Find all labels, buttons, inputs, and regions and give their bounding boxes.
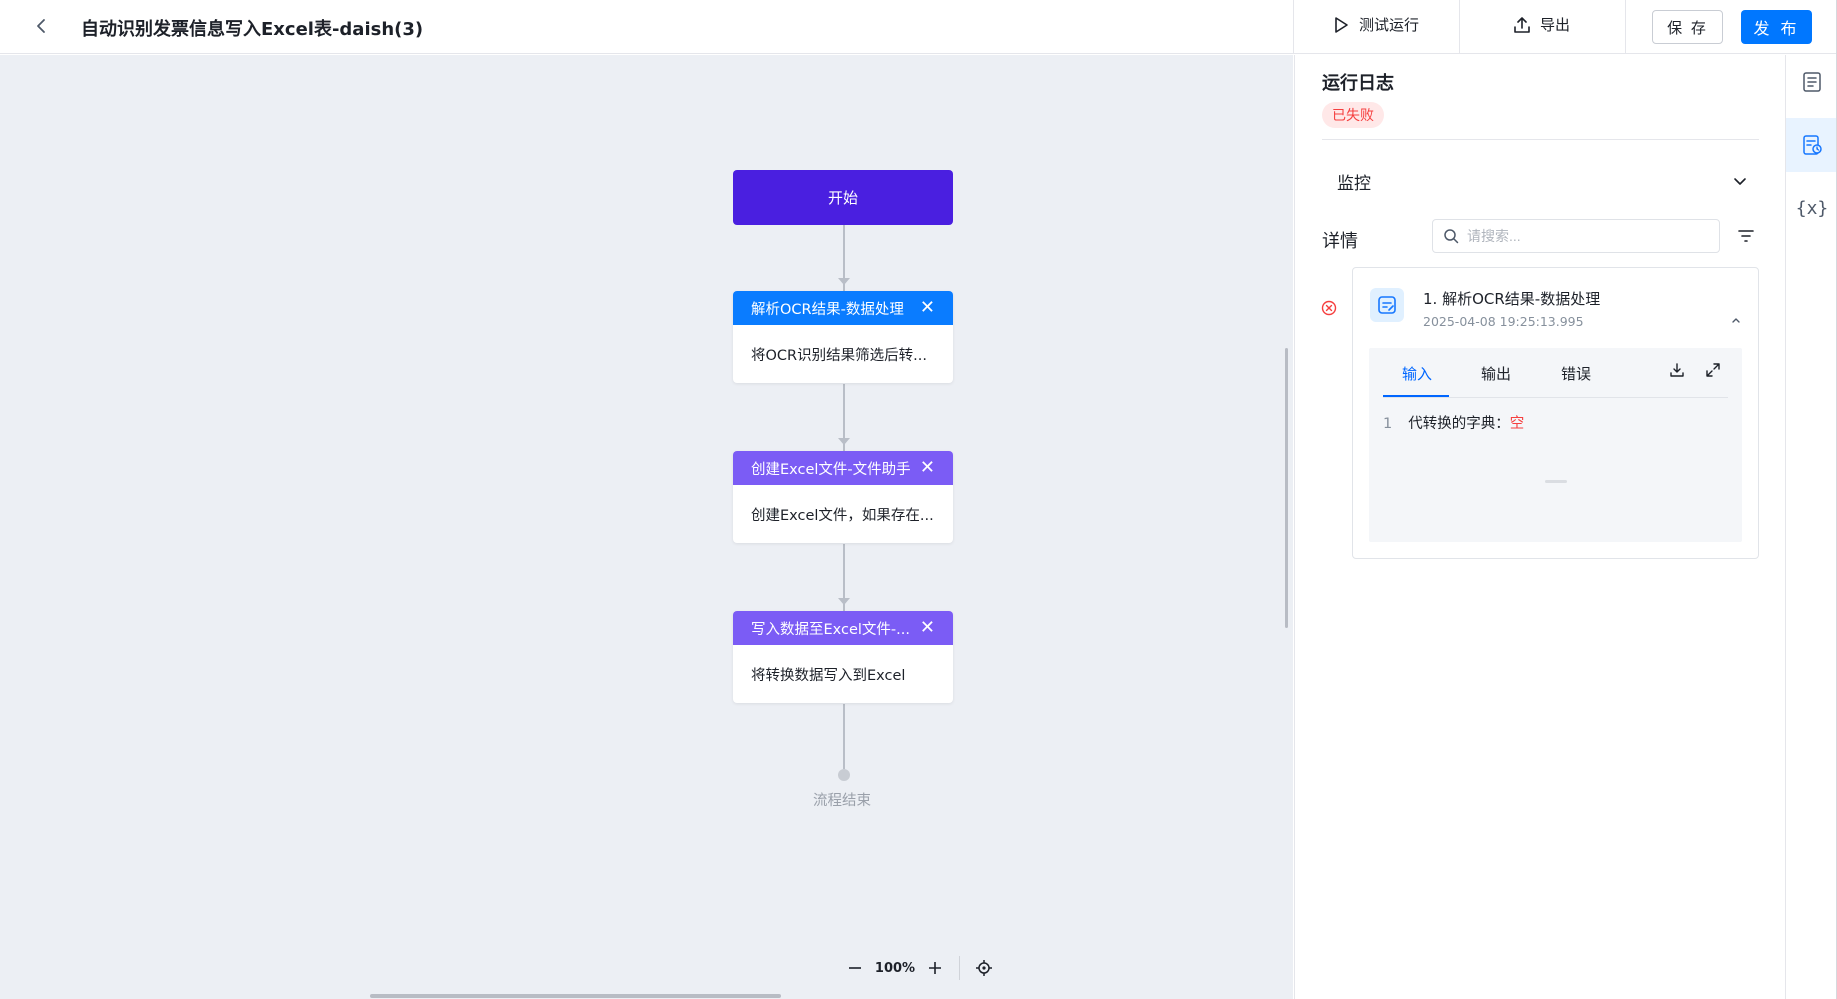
minus-icon [849, 967, 861, 969]
detail-label: 详情 [1322, 231, 1358, 252]
step-timestamp: 2025-04-08 19:25:13.995 [1423, 314, 1584, 329]
run-log-panel: 运行日志 已失败 监控 详情 1. 解析OCR结果-数据处理 2025-04-0… [1294, 55, 1785, 999]
node-title: 创建Excel文件-文件助手 [751, 461, 911, 478]
fullscreen-button[interactable] [1705, 362, 1721, 382]
flow-node[interactable]: 写入数据至Excel文件-... ✕ 将转换数据写入到Excel [733, 611, 953, 703]
node-description: 创建Excel文件，如果存在... [751, 507, 934, 524]
chevron-up-icon [1732, 318, 1740, 323]
step-title: 1. 解析OCR结果-数据处理 [1423, 290, 1601, 308]
io-tab-bar: 输入 输出 错误 [1383, 348, 1728, 398]
zoom-controls: 100% [843, 956, 996, 980]
error-circle-icon [1321, 300, 1337, 316]
monitor-label: 监控 [1337, 173, 1371, 194]
expand-icon [1706, 363, 1720, 377]
header-divider [1625, 0, 1626, 54]
flow-node[interactable]: 解析OCR结果-数据处理 ✕ 将OCR识别结果筛选后转... [733, 291, 953, 383]
search-field [1432, 219, 1720, 253]
variable-icon: {x} [1795, 197, 1829, 219]
export-button[interactable]: 导出 [1512, 14, 1570, 35]
tab-input[interactable]: 输入 [1402, 363, 1432, 384]
rail-item-variables[interactable]: {x} [1786, 181, 1837, 235]
zoom-out-button[interactable] [843, 956, 867, 980]
end-node-dot [838, 769, 850, 781]
locate-button[interactable] [972, 956, 996, 980]
rail-item-run-log[interactable] [1786, 118, 1837, 172]
line-number: 1 [1383, 416, 1393, 432]
log-entry-card[interactable]: 1. 解析OCR结果-数据处理 2025-04-08 19:25:13.995 … [1352, 267, 1759, 559]
node-description: 将OCR识别结果筛选后转... [751, 347, 927, 364]
close-icon[interactable]: ✕ [920, 457, 935, 478]
monitor-section-toggle[interactable]: 监控 [1322, 163, 1759, 199]
connector-arrow [838, 278, 850, 285]
header-divider [1459, 0, 1460, 54]
test-run-label: 测试运行 [1359, 16, 1420, 34]
active-tab-indicator [1383, 395, 1449, 397]
zoom-in-button[interactable] [923, 956, 947, 980]
io-content-line: 1 代转换的字典：空 [1383, 412, 1524, 433]
top-header: 自动识别发票信息写入Excel表-daish(3) 测试运行 导出 保 存 发 … [0, 0, 1837, 54]
io-panel: 输入 输出 错误 1 代转换的字典：空 [1369, 348, 1742, 542]
panel-title: 运行日志 [1322, 73, 1394, 94]
close-icon[interactable]: ✕ [920, 617, 935, 638]
play-icon [1335, 16, 1348, 33]
upload-icon [1514, 16, 1530, 33]
node-header: 创建Excel文件-文件助手 ✕ [733, 451, 953, 485]
collapse-button[interactable] [1730, 312, 1742, 330]
panel-divider [1322, 139, 1759, 140]
close-icon[interactable]: ✕ [920, 297, 935, 318]
save-button[interactable]: 保 存 [1652, 10, 1723, 44]
zoom-level: 100% [874, 960, 916, 976]
back-button[interactable] [30, 14, 54, 38]
connector-arrow [838, 598, 850, 605]
chevron-left-icon [37, 19, 45, 33]
right-tool-rail: {x} [1785, 55, 1837, 999]
vertical-scrollbar[interactable] [1285, 348, 1288, 628]
status-badge: 已失败 [1322, 102, 1384, 128]
line-value: 空 [1509, 416, 1525, 432]
publish-button[interactable]: 发 布 [1741, 10, 1812, 44]
search-icon [1444, 229, 1459, 244]
node-header: 解析OCR结果-数据处理 ✕ [733, 291, 953, 325]
rail-item-documents[interactable] [1786, 55, 1837, 109]
tab-error[interactable]: 错误 [1561, 363, 1591, 384]
flow-canvas[interactable]: 开始 解析OCR结果-数据处理 ✕ 将OCR识别结果筛选后转... 创建Exce… [0, 55, 1293, 999]
search-input[interactable] [1467, 228, 1697, 244]
export-label: 导出 [1540, 16, 1571, 34]
download-icon [1670, 363, 1684, 377]
zoom-divider [959, 956, 960, 980]
run-log-icon [1803, 135, 1822, 155]
document-list-icon [1803, 72, 1821, 92]
resize-handle[interactable] [1545, 480, 1567, 483]
step-icon-container [1370, 288, 1404, 322]
header-divider [1293, 0, 1294, 54]
node-title: 解析OCR结果-数据处理 [751, 301, 904, 318]
node-title: 写入数据至Excel文件-... [751, 621, 910, 638]
filter-button[interactable] [1735, 225, 1757, 247]
download-button[interactable] [1669, 362, 1685, 382]
filter-icon [1738, 230, 1754, 242]
edit-document-icon [1378, 296, 1396, 314]
node-description: 将转换数据写入到Excel [751, 667, 906, 684]
page-title: 自动识别发票信息写入Excel表-daish(3) [81, 19, 424, 40]
node-header: 写入数据至Excel文件-... ✕ [733, 611, 953, 645]
line-key: 代转换的字典： [1408, 416, 1510, 432]
tab-output[interactable]: 输出 [1481, 363, 1511, 384]
end-node-label: 流程结束 [813, 793, 871, 809]
connector-arrow [838, 438, 850, 445]
horizontal-scrollbar[interactable] [370, 994, 781, 998]
connector-line [843, 704, 845, 769]
start-node[interactable]: 开始 [733, 170, 953, 225]
locate-icon [976, 960, 992, 976]
flow-node[interactable]: 创建Excel文件-文件助手 ✕ 创建Excel文件，如果存在... [733, 451, 953, 543]
test-run-button[interactable]: 测试运行 [1331, 14, 1419, 35]
chevron-down-icon [1734, 178, 1746, 185]
plus-icon [929, 962, 941, 974]
